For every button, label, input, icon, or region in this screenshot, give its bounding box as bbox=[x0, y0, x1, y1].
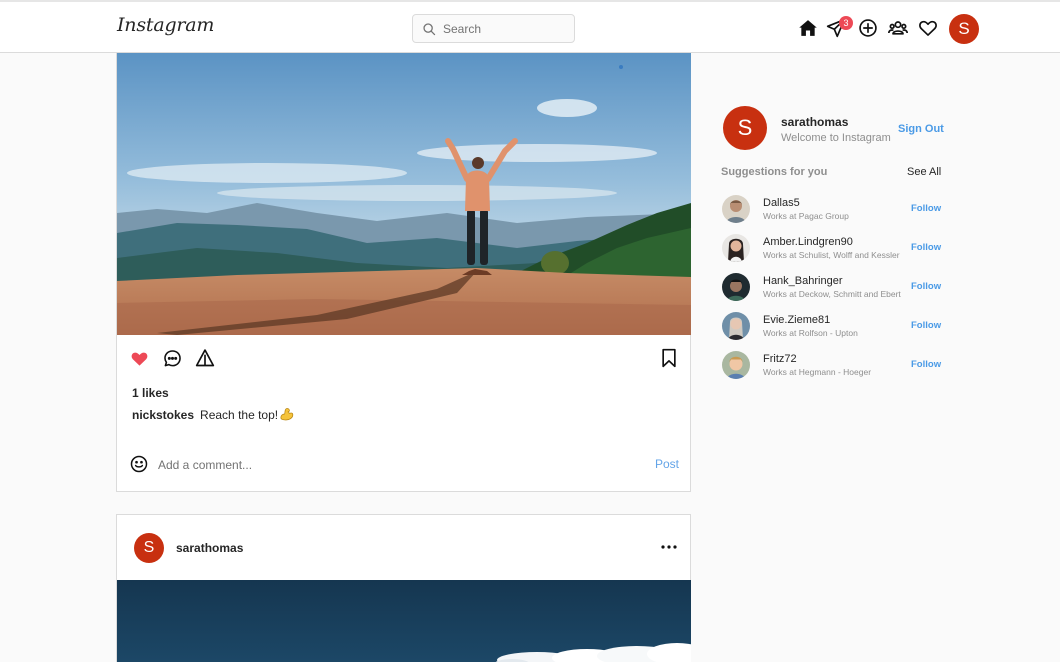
follow-button[interactable]: Follow bbox=[911, 203, 941, 214]
profile-avatar[interactable]: S bbox=[949, 14, 979, 44]
post-author-username[interactable]: sarathomas bbox=[176, 541, 243, 555]
search-icon bbox=[423, 23, 436, 36]
suggestion-username[interactable]: Evie.Zieme81 bbox=[763, 314, 830, 326]
activity-heart-icon[interactable] bbox=[918, 18, 938, 38]
suggestions-heading: Suggestions for you bbox=[721, 166, 828, 178]
post-comment-button[interactable]: Post bbox=[655, 457, 679, 471]
messages-count-badge: 3 bbox=[839, 16, 853, 30]
likes-count: 1 likes bbox=[132, 386, 169, 400]
sidebar-welcome-text: Welcome to Instagram bbox=[781, 132, 891, 144]
caption-username[interactable]: nickstokes bbox=[132, 408, 194, 422]
bookmark-icon[interactable] bbox=[660, 348, 678, 368]
home-icon[interactable] bbox=[798, 18, 818, 38]
post-image[interactable] bbox=[117, 53, 691, 335]
sign-out-button[interactable]: Sign Out bbox=[898, 123, 944, 135]
suggestion-workplace: Works at Rolfson - Upton bbox=[763, 328, 858, 338]
post-caption: nickstokes Reach the top! bbox=[132, 407, 294, 422]
follow-button[interactable]: Follow bbox=[911, 359, 941, 370]
people-icon[interactable] bbox=[888, 18, 908, 38]
comment-icon[interactable] bbox=[163, 349, 182, 368]
top-navbar: Instagram 3 S bbox=[0, 2, 1060, 53]
search-bar[interactable] bbox=[412, 14, 575, 43]
search-input[interactable] bbox=[443, 20, 568, 38]
suggestion-item: Amber.Lindgren90 Works at Schulist, Wolf… bbox=[722, 233, 947, 263]
sidebar-username[interactable]: sarathomas bbox=[781, 115, 848, 129]
suggestion-avatar[interactable] bbox=[722, 312, 750, 340]
suggestion-item: Fritz72 Works at Hegmann - Hoeger Follow bbox=[722, 350, 947, 380]
suggestion-workplace: Works at Hegmann - Hoeger bbox=[763, 367, 872, 377]
suggestion-username[interactable]: Hank_Bahringer bbox=[763, 275, 843, 287]
suggestion-avatar[interactable] bbox=[722, 273, 750, 301]
new-post-icon[interactable] bbox=[858, 18, 878, 38]
suggestion-avatar[interactable] bbox=[722, 351, 750, 379]
suggestion-item: Hank_Bahringer Works at Deckow, Schmitt … bbox=[722, 272, 947, 302]
suggestion-username[interactable]: Amber.Lindgren90 bbox=[763, 236, 853, 248]
instagram-logo[interactable]: Instagram bbox=[117, 14, 214, 36]
emoji-smiley-icon[interactable] bbox=[130, 455, 148, 473]
suggestion-workplace: Works at Schulist, Wolff and Kessler bbox=[763, 250, 900, 260]
suggestion-avatar[interactable] bbox=[722, 195, 750, 223]
sky-clouds-photo bbox=[117, 580, 691, 662]
suggestion-item: Dallas5 Works at Pagac Group Follow bbox=[722, 194, 947, 224]
add-comment-row: Post bbox=[117, 453, 691, 477]
follow-button[interactable]: Follow bbox=[911, 320, 941, 331]
follow-button[interactable]: Follow bbox=[911, 281, 941, 292]
follow-button[interactable]: Follow bbox=[911, 242, 941, 253]
suggestion-workplace: Works at Deckow, Schmitt and Ebert bbox=[763, 289, 901, 299]
post-author-avatar[interactable]: S bbox=[134, 533, 164, 563]
see-all-link[interactable]: See All bbox=[907, 166, 941, 178]
liked-heart-icon[interactable] bbox=[130, 349, 149, 368]
post-image[interactable] bbox=[117, 580, 691, 662]
suggestion-workplace: Works at Pagac Group bbox=[763, 211, 849, 221]
suggestion-item: Evie.Zieme81 Works at Rolfson - Upton Fo… bbox=[722, 311, 947, 341]
more-options-icon[interactable] bbox=[660, 539, 678, 555]
suggestion-username[interactable]: Dallas5 bbox=[763, 197, 800, 209]
suggestion-username[interactable]: Fritz72 bbox=[763, 353, 797, 365]
caption-text: Reach the top! bbox=[200, 408, 279, 422]
share-icon[interactable] bbox=[195, 348, 215, 368]
flexed-biceps-emoji-icon bbox=[280, 408, 294, 421]
comment-input[interactable] bbox=[158, 456, 628, 474]
sidebar-profile-avatar[interactable]: S bbox=[723, 106, 767, 150]
suggestion-avatar[interactable] bbox=[722, 234, 750, 262]
mountain-summit-photo bbox=[117, 53, 691, 335]
feed-post: S sarathomas bbox=[116, 514, 691, 662]
feed-post: 1 likes nickstokes Reach the top! Post bbox=[116, 53, 691, 492]
